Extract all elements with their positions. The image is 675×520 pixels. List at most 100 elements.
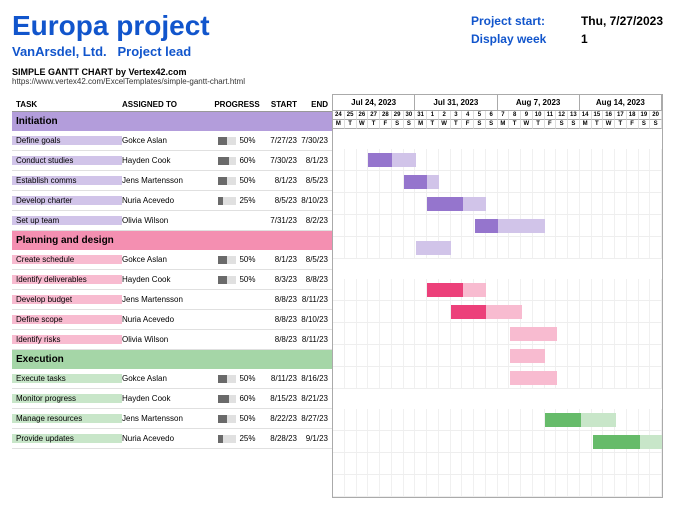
task-end: 8/27/23	[297, 414, 332, 423]
gantt-bar-remaining	[510, 327, 557, 341]
task-progress: 50%	[212, 414, 262, 423]
task-assigned: Hayden Cook	[122, 394, 212, 403]
header: Europa project VanArsdel, Ltd. Project l…	[12, 10, 663, 86]
task-name: Set up team	[12, 216, 122, 225]
task-assigned: Olivia Wilson	[122, 216, 212, 225]
company-name: VanArsdel, Ltd.	[12, 44, 107, 59]
start-label: Project start:	[471, 14, 581, 28]
day-of-week: T	[368, 120, 380, 129]
task-name: Define scope	[12, 315, 122, 324]
day-number: 11	[545, 111, 557, 120]
week-value[interactable]: 1	[581, 32, 588, 46]
main: TASK ASSIGNED TO PROGRESS START END Init…	[12, 94, 663, 498]
gantt-bar-remaining	[510, 349, 545, 363]
day-number: 29	[392, 111, 404, 120]
day-number: 1	[427, 111, 439, 120]
task-start: 8/8/23	[262, 315, 297, 324]
task-name: Manage resources	[12, 414, 122, 423]
task-start: 7/30/23	[262, 156, 297, 165]
gantt-dow-header: MTWTFSSMTWTFSSMTWTFSSMTWTFSS	[333, 120, 662, 129]
day-of-week: T	[451, 120, 463, 129]
start-value: Thu, 7/27/2023	[581, 14, 663, 28]
day-number: 9	[521, 111, 533, 120]
day-of-week: W	[521, 120, 533, 129]
task-assigned: Nuria Acevedo	[122, 315, 212, 324]
task-name: Create schedule	[12, 255, 122, 264]
gantt-row	[333, 237, 662, 259]
day-number: 28	[380, 111, 392, 120]
task-progress: 50%	[212, 136, 262, 145]
day-of-week: F	[462, 120, 474, 129]
task-row: Manage resources Jens Martensson 50% 8/2…	[12, 409, 332, 429]
day-of-week: F	[380, 120, 392, 129]
gantt-row	[333, 345, 662, 367]
col-assigned: ASSIGNED TO	[122, 100, 212, 109]
col-progress: PROGRESS	[212, 100, 262, 109]
task-row: Execute tasks Gokce Aslan 50% 8/11/23 8/…	[12, 369, 332, 389]
gantt-bar-done	[368, 153, 392, 167]
day-of-week: T	[427, 120, 439, 129]
gantt-row	[333, 193, 662, 215]
task-assigned: Jens Martensson	[122, 176, 212, 185]
task-start: 8/1/23	[262, 255, 297, 264]
credit-text: SIMPLE GANTT CHART by Vertex42.com	[12, 67, 245, 77]
task-progress: 25%	[212, 196, 262, 205]
day-of-week: S	[474, 120, 486, 129]
day-number: 20	[650, 111, 662, 120]
task-row: Conduct studies Hayden Cook 60% 7/30/23 …	[12, 151, 332, 171]
task-name: Develop charter	[12, 196, 122, 205]
day-number: 7	[498, 111, 510, 120]
day-number: 24	[333, 111, 345, 120]
task-end: 7/30/23	[297, 136, 332, 145]
task-progress: 25%	[212, 434, 262, 443]
task-row: Identify deliverables Hayden Cook 50% 8/…	[12, 270, 332, 290]
task-assigned: Jens Martensson	[122, 295, 212, 304]
day-of-week: T	[592, 120, 604, 129]
task-assigned: Nuria Acevedo	[122, 434, 212, 443]
day-number: 8	[509, 111, 521, 120]
task-assigned: Gokce Aslan	[122, 374, 212, 383]
day-of-week: S	[650, 120, 662, 129]
task-progress: 50%	[212, 374, 262, 383]
gantt-row	[333, 323, 662, 345]
section-header: Initiation	[12, 112, 332, 131]
gantt-bar-done	[593, 435, 640, 449]
day-number: 26	[357, 111, 369, 120]
lead-label: Project lead	[117, 44, 191, 59]
task-end: 8/11/23	[297, 335, 332, 344]
gantt-section-spacer	[333, 259, 662, 279]
day-of-week: S	[568, 120, 580, 129]
day-of-week: M	[498, 120, 510, 129]
task-start: 8/1/23	[262, 176, 297, 185]
task-name: Define goals	[12, 136, 122, 145]
task-end: 8/21/23	[297, 394, 332, 403]
gantt-bar-done	[545, 413, 580, 427]
task-start: 8/5/23	[262, 196, 297, 205]
section-header: Execution	[12, 350, 332, 369]
day-of-week: T	[615, 120, 627, 129]
gantt-row	[333, 171, 662, 193]
task-assigned: Jens Martensson	[122, 414, 212, 423]
day-number: 17	[615, 111, 627, 120]
gantt-bar-remaining	[416, 241, 451, 255]
project-title: Europa project	[12, 10, 245, 42]
day-of-week: M	[333, 120, 345, 129]
day-number: 16	[603, 111, 615, 120]
credit-link[interactable]: https://www.vertex42.com/ExcelTemplates/…	[12, 77, 245, 86]
column-headers: TASK ASSIGNED TO PROGRESS START END	[12, 94, 332, 112]
task-name: Conduct studies	[12, 156, 122, 165]
task-start: 8/8/23	[262, 295, 297, 304]
gantt-body	[333, 129, 662, 497]
section-header: Planning and design	[12, 231, 332, 250]
gantt-row	[333, 215, 662, 237]
day-number: 19	[639, 111, 651, 120]
task-name: Execute tasks	[12, 374, 122, 383]
day-number: 4	[462, 111, 474, 120]
gantt-bar-done	[427, 197, 462, 211]
gantt-chart: Jul 24, 2023Jul 31, 2023Aug 7, 2023Aug 1…	[332, 94, 663, 498]
task-end: 8/5/23	[297, 255, 332, 264]
task-name: Identify deliverables	[12, 275, 122, 284]
day-of-week: S	[556, 120, 568, 129]
day-of-week: S	[392, 120, 404, 129]
task-end: 8/10/23	[297, 315, 332, 324]
